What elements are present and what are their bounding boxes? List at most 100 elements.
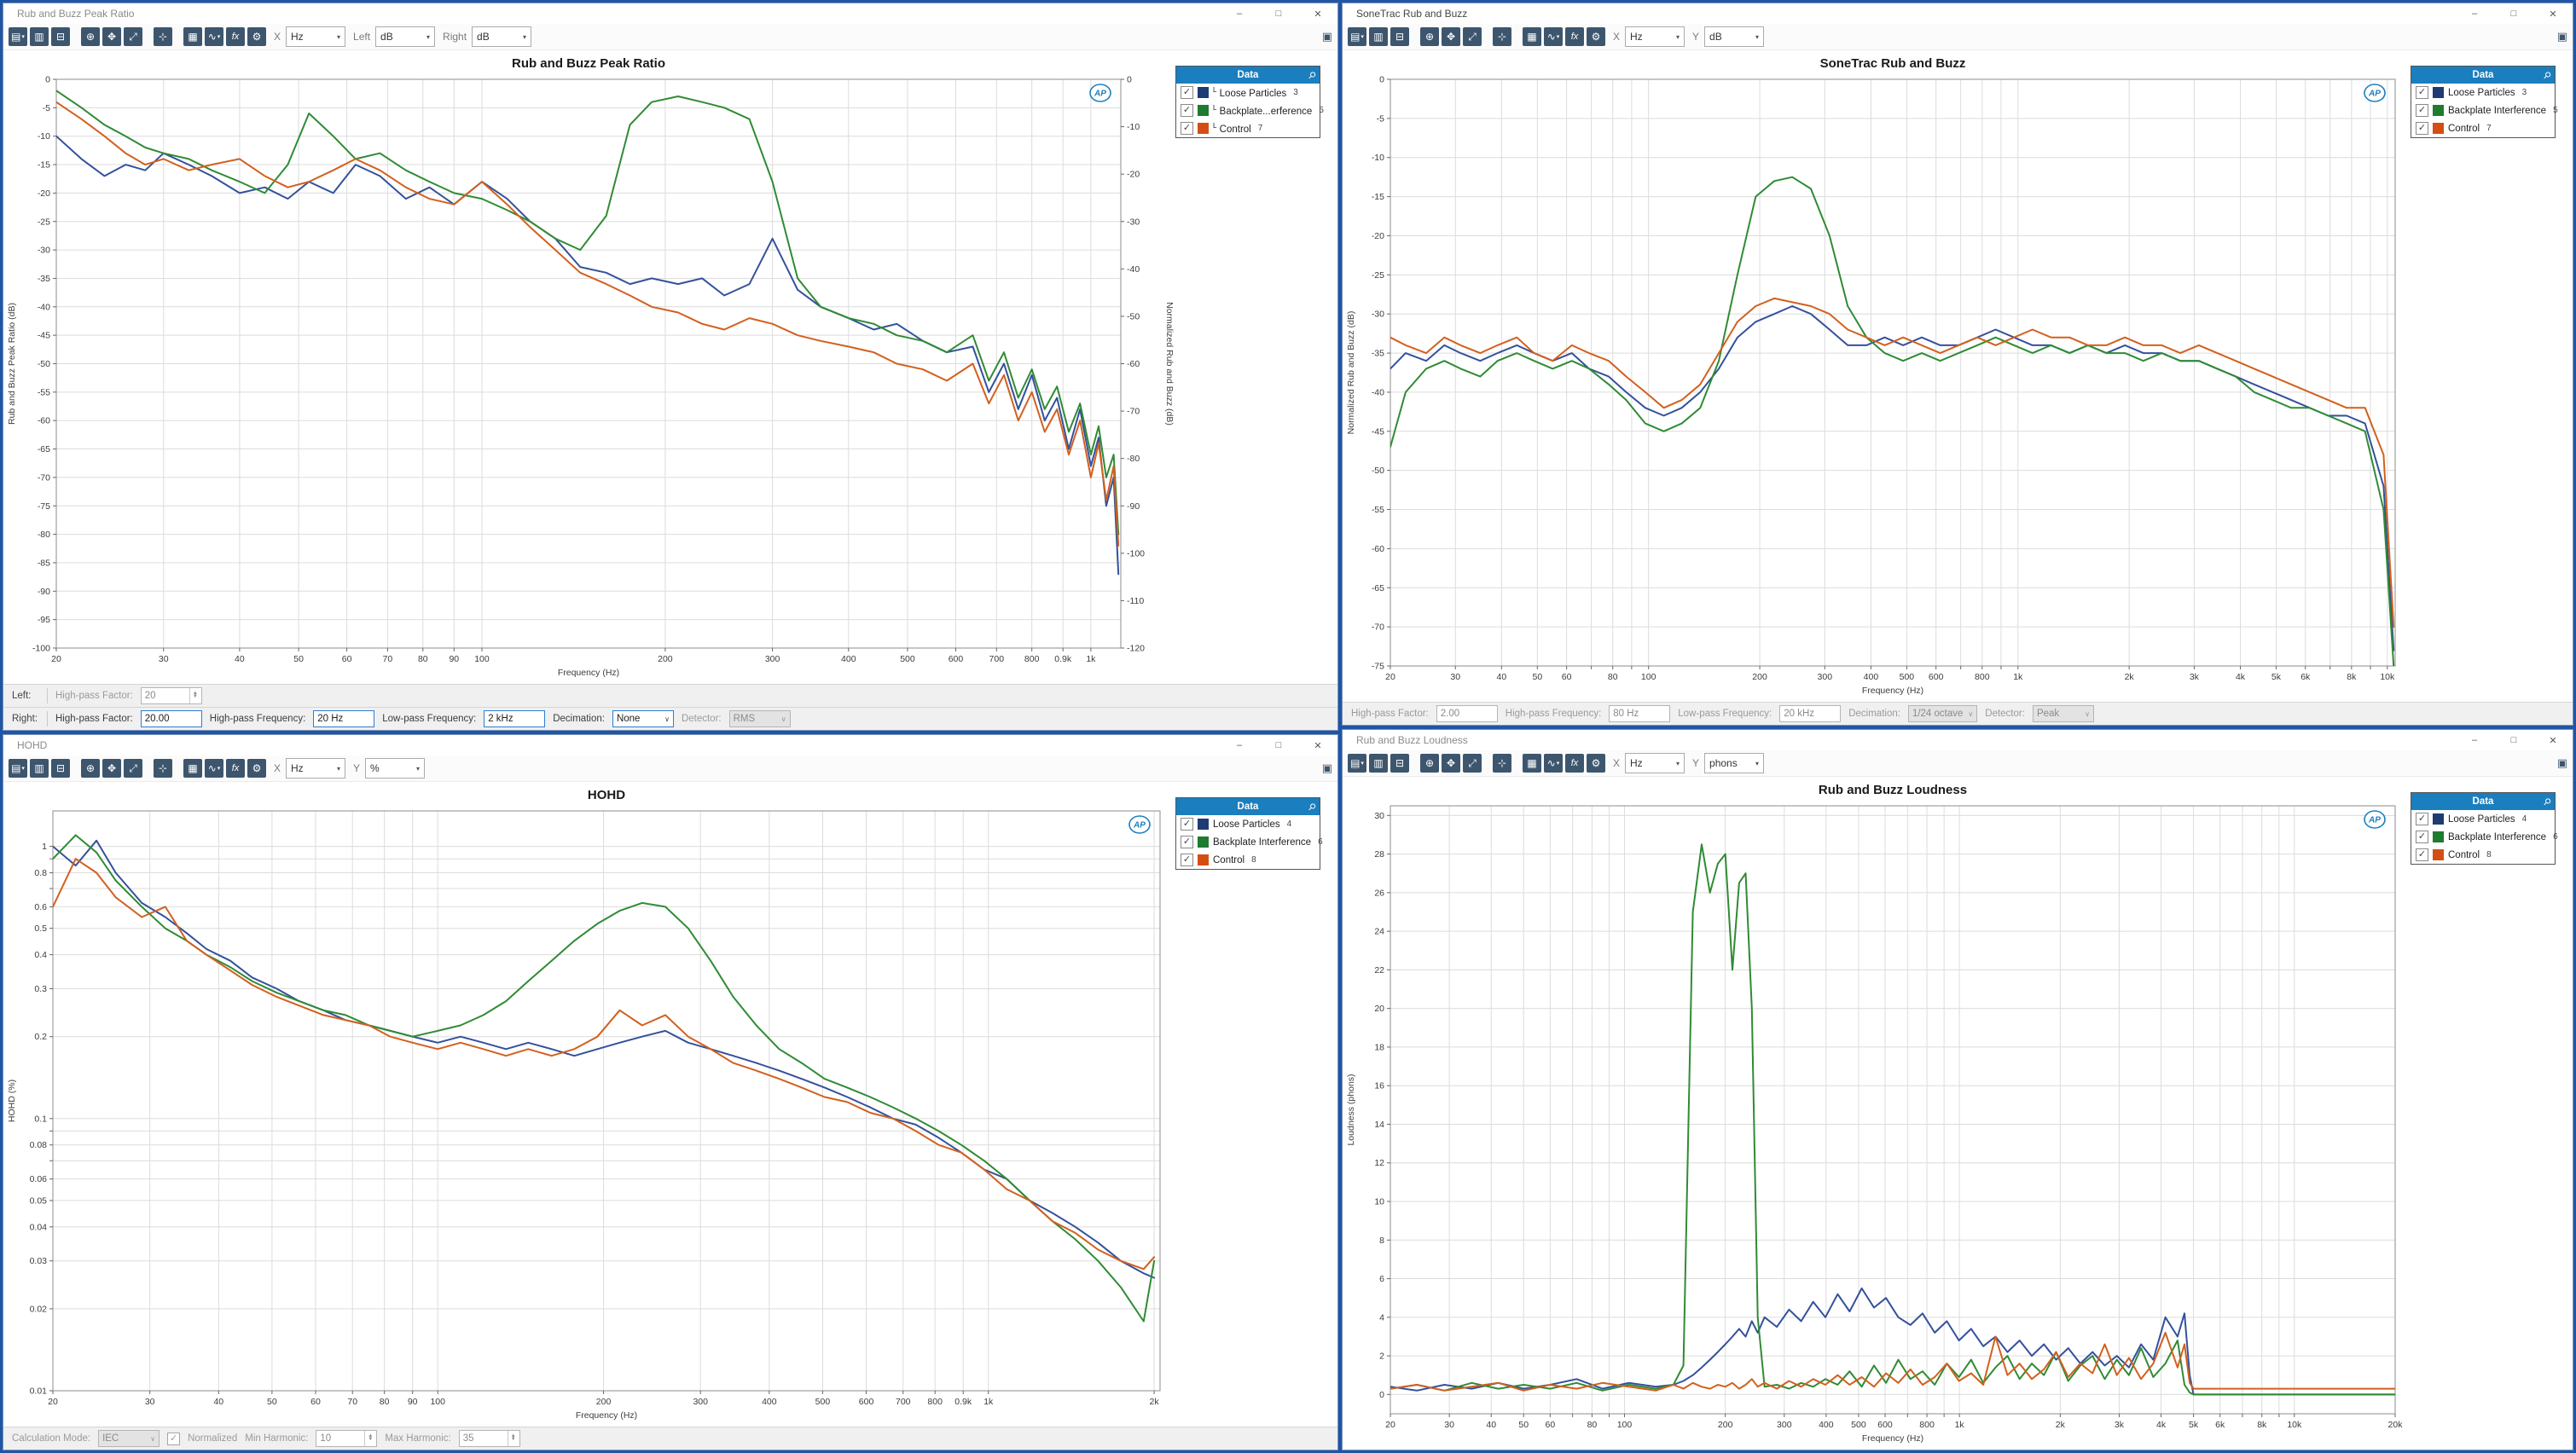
print-icon[interactable]: ⊟	[51, 759, 70, 778]
fit-icon[interactable]: ⤢	[124, 759, 142, 778]
save-icon[interactable]: ▤▾	[9, 27, 27, 46]
x-axis-label: Frequency (Hz)	[1862, 686, 1923, 696]
legend-checkbox[interactable]: ✓	[2416, 848, 2428, 861]
right-low-pass-frequency-input[interactable]: 2 kHz	[484, 710, 545, 727]
close-button[interactable]: ✕	[2533, 3, 2573, 24]
pin-icon[interactable]: ⚲	[1306, 69, 1319, 82]
x-units-combo[interactable]: Hz▾	[1625, 753, 1685, 773]
dock-icon[interactable]: ▣	[2557, 30, 2567, 43]
cursor-icon[interactable]: ⊹	[154, 759, 172, 778]
settings-gear-icon[interactable]: ⚙	[247, 27, 266, 46]
left-units-combo[interactable]: dB▾	[375, 26, 435, 47]
zoom-icon[interactable]: ⊕	[81, 759, 100, 778]
separator	[47, 688, 48, 703]
svg-text:-15: -15	[38, 160, 50, 171]
graph-icon[interactable]: ∿▾	[1544, 27, 1563, 46]
legend-checkbox[interactable]: ✓	[1181, 854, 1193, 866]
pin-icon[interactable]: ⚲	[2541, 796, 2554, 808]
cursor-icon[interactable]: ⊹	[1493, 754, 1511, 773]
zoom-icon[interactable]: ⊕	[1420, 754, 1439, 773]
fit-icon[interactable]: ⤢	[124, 27, 142, 46]
cursor-icon[interactable]: ⊹	[1493, 27, 1511, 46]
save-icon[interactable]: ▤▾	[1348, 27, 1366, 46]
pin-icon[interactable]: ⚲	[2541, 69, 2554, 82]
legend-checkbox[interactable]: ✓	[2416, 122, 2428, 135]
right-high-pass-factor-input[interactable]: 20.00	[141, 710, 202, 727]
cursor-icon[interactable]: ⊹	[154, 27, 172, 46]
settings-gear-icon[interactable]: ⚙	[1587, 754, 1605, 773]
graph-icon[interactable]: ∿▾	[205, 759, 223, 778]
chart-canvas[interactable]: 2030405060801002003004005006008001k2k3k4…	[1343, 777, 2411, 1450]
dock-icon[interactable]: ▣	[2557, 756, 2567, 770]
y-units-combo[interactable]: phons▾	[1704, 753, 1764, 773]
right-high-pass-frequency-input[interactable]: 20 Hz	[313, 710, 374, 727]
settings-gear-icon[interactable]: ⚙	[1587, 27, 1605, 46]
legend-checkbox[interactable]: ✓	[2416, 86, 2428, 99]
graph-icon[interactable]: ∿▾	[205, 27, 223, 46]
export-icon[interactable]: ▥	[1369, 27, 1388, 46]
right-units-combo[interactable]: dB▾	[472, 26, 531, 47]
svg-text:90: 90	[449, 654, 459, 664]
legend-checkbox[interactable]: ✓	[1181, 818, 1193, 831]
save-icon[interactable]: ▤▾	[1348, 754, 1366, 773]
legend-checkbox[interactable]: ✓	[1181, 86, 1193, 99]
y-units-combo[interactable]: dB▾	[1704, 26, 1764, 47]
legend-checkbox[interactable]: ✓	[2416, 831, 2428, 843]
zoom-icon[interactable]: ⊕	[81, 27, 100, 46]
fit-icon[interactable]: ⤢	[1463, 27, 1482, 46]
settings-gear-icon[interactable]: ⚙	[247, 759, 266, 778]
zoom-icon[interactable]: ⊕	[1420, 27, 1439, 46]
y-units-combo[interactable]: %▾	[365, 758, 425, 779]
table-icon[interactable]: ▦	[1523, 754, 1541, 773]
close-button[interactable]: ✕	[1298, 735, 1337, 755]
chart-canvas[interactable]: 2030405060708090100200300400500600700800…	[3, 50, 1175, 684]
svg-text:0.03: 0.03	[30, 1256, 48, 1266]
legend-checkbox[interactable]: ✓	[2416, 813, 2428, 825]
fx-icon[interactable]: fx	[1565, 754, 1584, 773]
pan-icon[interactable]: ✥	[102, 27, 121, 46]
close-button[interactable]: ✕	[2533, 730, 2573, 750]
x-units-combo[interactable]: Hz▾	[286, 26, 345, 47]
minimize-button[interactable]: –	[1220, 3, 1259, 24]
minimize-button[interactable]: –	[2455, 3, 2494, 24]
pin-icon[interactable]: ⚲	[1306, 801, 1319, 813]
table-icon[interactable]: ▦	[1523, 27, 1541, 46]
pan-icon[interactable]: ✥	[1442, 27, 1460, 46]
export-icon[interactable]: ▥	[30, 759, 49, 778]
fx-icon[interactable]: fx	[226, 759, 245, 778]
decimation-select[interactable]: None∨	[612, 710, 674, 727]
fx-icon[interactable]: fx	[1565, 27, 1584, 46]
svg-text:200: 200	[1752, 672, 1767, 682]
export-icon[interactable]: ▥	[1369, 754, 1388, 773]
legend-checkbox[interactable]: ✓	[1181, 836, 1193, 848]
dock-icon[interactable]: ▣	[1322, 761, 1332, 775]
legend-checkbox[interactable]: ✓	[1181, 122, 1193, 135]
export-icon[interactable]: ▥	[30, 27, 49, 46]
minimize-button[interactable]: –	[2455, 730, 2494, 750]
dock-icon[interactable]: ▣	[1322, 30, 1332, 43]
save-icon[interactable]: ▤▾	[9, 759, 27, 778]
svg-text:40: 40	[1486, 1420, 1496, 1430]
close-button[interactable]: ✕	[1298, 3, 1337, 24]
chart-canvas[interactable]: 2030405060708090100200300400500600700800…	[3, 782, 1175, 1427]
minimize-button[interactable]: –	[1220, 735, 1259, 755]
legend-checkbox[interactable]: ✓	[2416, 104, 2428, 117]
graph-icon[interactable]: ∿▾	[1544, 754, 1563, 773]
print-icon[interactable]: ⊟	[51, 27, 70, 46]
print-icon[interactable]: ⊟	[1390, 754, 1409, 773]
fx-icon[interactable]: fx	[226, 27, 245, 46]
restore-button[interactable]: □	[1259, 3, 1298, 24]
x-units-combo[interactable]: Hz▾	[1625, 26, 1685, 47]
chart-canvas[interactable]: 2030405060801002003004005006008001k2k3k4…	[1343, 50, 2411, 702]
restore-button[interactable]: □	[2494, 730, 2533, 750]
table-icon[interactable]: ▦	[183, 27, 202, 46]
print-icon[interactable]: ⊟	[1390, 27, 1409, 46]
pan-icon[interactable]: ✥	[1442, 754, 1460, 773]
restore-button[interactable]: □	[1259, 735, 1298, 755]
restore-button[interactable]: □	[2494, 3, 2533, 24]
fit-icon[interactable]: ⤢	[1463, 754, 1482, 773]
x-units-combo[interactable]: Hz▾	[286, 758, 345, 779]
pan-icon[interactable]: ✥	[102, 759, 121, 778]
table-icon[interactable]: ▦	[183, 759, 202, 778]
legend-checkbox[interactable]: ✓	[1181, 104, 1193, 117]
